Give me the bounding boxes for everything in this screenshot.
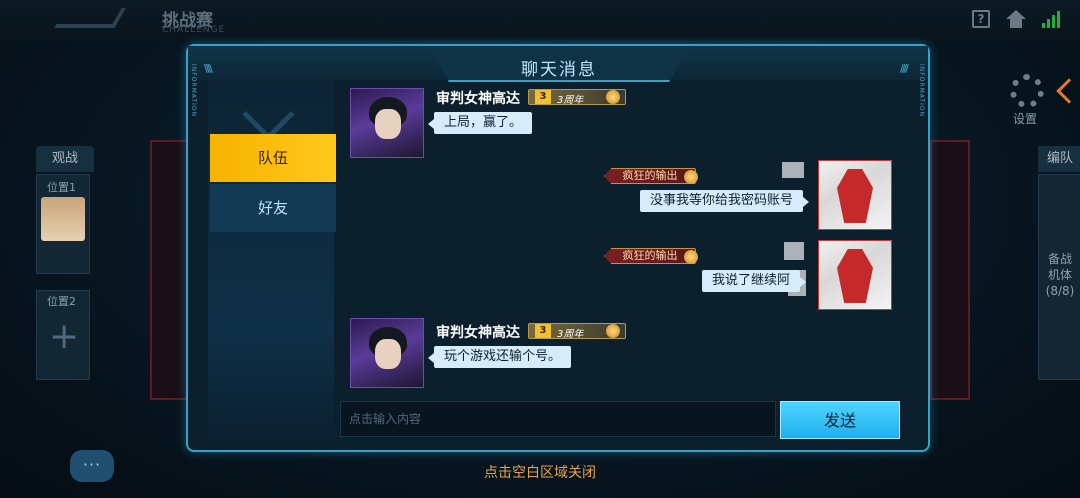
sender-name: 审判女神高达 <box>436 91 520 107</box>
page-subtitle: CHALLENGE <box>162 25 226 35</box>
settings-label[interactable]: 设置 <box>1013 110 1037 127</box>
message-bubble: 没事我等你给我密码账号 <box>640 190 810 212</box>
deco-text: INFORMATION <box>918 64 925 118</box>
spectate-panel: 观战 位置1 位置2 + <box>36 146 94 380</box>
tab-team[interactable]: 队伍 <box>210 134 336 182</box>
title-badge: 疯狂的输出 <box>604 168 696 184</box>
slot-1-label: 位置1 <box>47 181 76 194</box>
sender-name: 审判女神高达 <box>436 325 520 341</box>
message-bubble: 玩个游戏还输个号。 <box>427 346 572 368</box>
medal-icon <box>684 250 698 264</box>
title-badge: 疯狂的输出 <box>604 248 696 264</box>
plus-icon[interactable]: + <box>49 319 79 355</box>
formation-title: 编队 <box>1038 146 1080 172</box>
avatar[interactable] <box>350 318 424 388</box>
medal-icon <box>606 324 620 338</box>
title-plate: 聊天消息 <box>428 46 690 82</box>
home-icon[interactable] <box>1006 10 1026 28</box>
dialog-title: 聊天消息 <box>521 60 597 80</box>
avatar[interactable] <box>818 240 892 310</box>
deco-chevrons: //// <box>900 62 909 75</box>
avatar[interactable] <box>350 88 424 158</box>
chat-dialog: \\\\ //// INFORMATION INFORMATION 聊天消息 队… <box>186 44 930 452</box>
logo-icon <box>54 8 126 28</box>
mosaic-blur <box>782 162 804 178</box>
formation-panel: 编队 备战机体 (8/8) <box>1038 146 1080 380</box>
message-input-wrap <box>340 401 776 437</box>
send-button[interactable]: 发送 <box>780 401 900 439</box>
medal-icon <box>606 90 620 104</box>
message-bubble: 我说了继续阿 <box>702 270 807 292</box>
spare-count: (8/8) <box>1045 284 1075 298</box>
medal-icon <box>684 170 698 184</box>
message-list: 审判女神高达 3 3周年 上局，赢了。 疯狂的输出 没事我等你给我密码账号 疯狂的… <box>348 82 912 398</box>
avatar[interactable] <box>818 160 892 230</box>
gear-icon[interactable] <box>1010 74 1044 108</box>
top-bar: 挑战赛 CHALLENGE ? <box>0 0 1080 40</box>
deco-chevrons: \\\\ <box>204 62 213 75</box>
spare-units[interactable]: 备战机体 (8/8) <box>1038 174 1080 380</box>
signal-icon <box>1042 10 1060 28</box>
background-card <box>150 140 190 400</box>
deco-text: INFORMATION <box>190 64 197 118</box>
help-icon[interactable]: ? <box>972 10 990 28</box>
close-hint[interactable]: 点击空白区域关闭 <box>0 462 1080 482</box>
spare-label: 备战机体 <box>1047 252 1072 282</box>
message-bubble: 上局，赢了。 <box>427 112 533 134</box>
message-input[interactable] <box>341 402 775 436</box>
background-card <box>930 140 970 400</box>
spectate-title: 观战 <box>36 146 94 172</box>
slot-1[interactable]: 位置1 <box>36 174 90 274</box>
tab-friends[interactable]: 好友 <box>210 184 336 232</box>
emblem-icon <box>242 94 302 134</box>
avatar <box>41 197 85 241</box>
slot-2[interactable]: 位置2 + <box>36 290 90 380</box>
mosaic-blur <box>784 242 804 260</box>
slot-2-label: 位置2 <box>47 295 76 308</box>
